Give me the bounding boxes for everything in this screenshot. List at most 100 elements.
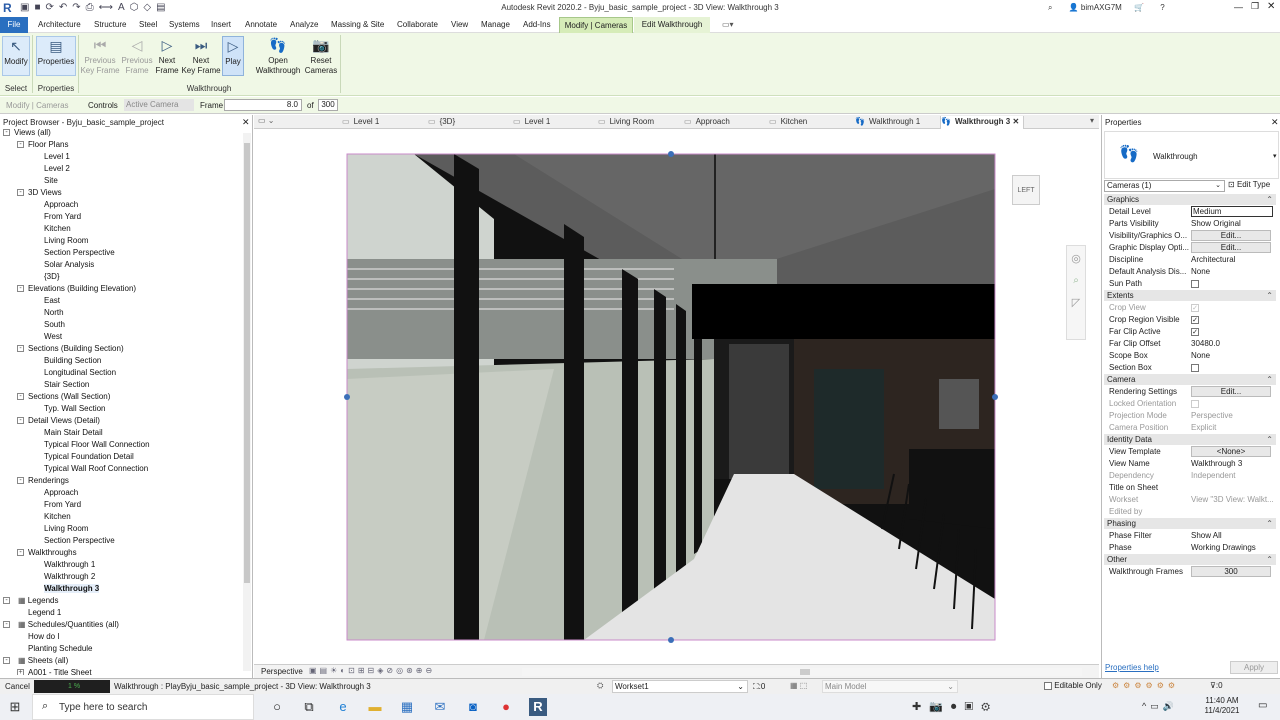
tree-item[interactable]: Planting Schedule bbox=[28, 644, 93, 653]
tree-item[interactable]: South bbox=[44, 320, 65, 329]
property-value[interactable]: None bbox=[1191, 266, 1273, 278]
tab-add-ins[interactable]: Add-Ins bbox=[523, 20, 551, 29]
reset-cameras-button[interactable]: 📷 Reset Cameras bbox=[303, 36, 339, 76]
tree-item[interactable]: Level 1 bbox=[44, 152, 70, 161]
tree-toggle[interactable]: - bbox=[17, 141, 24, 148]
tab-analyze[interactable]: Analyze bbox=[290, 20, 318, 29]
user-area[interactable]: ⌕ 👤 bimAXG7M 🛒 ? bbox=[1048, 3, 1165, 13]
tree-item[interactable]: Sections (Building Section) bbox=[28, 344, 124, 353]
tab-collaborate[interactable]: Collaborate bbox=[397, 20, 438, 29]
property-value[interactable]: Independent bbox=[1191, 470, 1273, 482]
edit-button[interactable]: Edit... bbox=[1191, 386, 1271, 397]
tree-item[interactable]: East bbox=[44, 296, 60, 305]
properties-help-link[interactable]: Properties help bbox=[1105, 663, 1159, 672]
tabs-menu-icon[interactable]: ▭ ⌄ bbox=[258, 116, 274, 125]
tree-item[interactable]: ▦ Sheets (all) bbox=[18, 656, 68, 665]
scrollbar[interactable] bbox=[243, 133, 251, 671]
tree-item[interactable]: From Yard bbox=[44, 500, 81, 509]
property-value[interactable]: <None> bbox=[1191, 446, 1273, 458]
view-tab[interactable]: ▭ Approach bbox=[684, 116, 768, 129]
store-icon[interactable]: ▦ bbox=[398, 698, 416, 716]
design-options-icon[interactable]: ▦ ⬚ bbox=[790, 681, 807, 690]
properties-button[interactable]: ▤ Properties bbox=[36, 36, 76, 76]
tree-item[interactable]: Walkthrough 1 bbox=[44, 560, 95, 569]
walk-icon[interactable]: ◸ bbox=[1067, 296, 1085, 309]
view-tab[interactable]: ▭ Level 1 bbox=[513, 116, 597, 129]
open-walkthrough-button[interactable]: 👣 Open Walkthrough bbox=[254, 36, 302, 76]
view-tab[interactable]: ▭ Living Room bbox=[598, 116, 682, 129]
file-explorer-icon[interactable]: ▬ bbox=[366, 698, 384, 716]
property-group[interactable]: Graphics ⌃ bbox=[1104, 194, 1276, 205]
property-group[interactable]: Camera ⌃ bbox=[1104, 374, 1276, 385]
property-value[interactable]: View "3D View: Walkt... bbox=[1191, 494, 1273, 506]
tree-item[interactable]: Typical Floor Wall Connection bbox=[44, 440, 150, 449]
collapse-icon[interactable]: ⌃ bbox=[1266, 374, 1273, 385]
design-option-select[interactable]: Main Model ⌄ bbox=[822, 680, 958, 693]
view-tab[interactable]: ▭ Level 1 bbox=[342, 116, 426, 129]
mail-icon[interactable]: ✉ bbox=[431, 698, 449, 716]
tab-modify-cameras[interactable]: Modify | Cameras bbox=[559, 17, 633, 33]
tree-item[interactable]: ▦ Schedules/Quantities (all) bbox=[18, 620, 119, 629]
controls-select[interactable]: Active Camera bbox=[124, 99, 194, 111]
tree-item[interactable]: Stair Section bbox=[44, 380, 89, 389]
property-value[interactable]: ✓ bbox=[1191, 314, 1273, 326]
property-value[interactable]: Show All bbox=[1191, 530, 1273, 542]
walkthrough-render[interactable] bbox=[254, 129, 1099, 664]
viewport[interactable]: LEFT ◎ ⌕ ◸ bbox=[254, 129, 1099, 664]
tree-item[interactable]: Walkthrough 2 bbox=[44, 572, 95, 581]
tree-toggle[interactable]: - bbox=[17, 345, 24, 352]
chrome-icon[interactable]: ● bbox=[497, 698, 515, 716]
tree-item[interactable]: Section Perspective bbox=[44, 248, 115, 257]
apply-button[interactable]: Apply bbox=[1230, 661, 1278, 674]
tree-toggle[interactable]: - bbox=[17, 393, 24, 400]
property-value[interactable]: Show Original bbox=[1191, 218, 1273, 230]
search-icon[interactable]: ⌕ bbox=[1048, 3, 1052, 12]
minimize-icon[interactable]: — bbox=[1234, 2, 1243, 12]
property-value[interactable] bbox=[1191, 362, 1273, 374]
next-frame-button[interactable]: ▷ Next Frame bbox=[154, 36, 180, 76]
tab-massing-site[interactable]: Massing & Site bbox=[331, 20, 384, 29]
filter[interactable]: ⊽:0 bbox=[1210, 681, 1223, 690]
tree-item[interactable]: Views (all) bbox=[14, 128, 51, 137]
tree-toggle[interactable]: - bbox=[3, 129, 10, 136]
tree-toggle[interactable]: - bbox=[17, 417, 24, 424]
tree-item[interactable]: Site bbox=[44, 176, 58, 185]
scrollbar-thumb[interactable] bbox=[800, 669, 810, 675]
tab-systems[interactable]: Systems bbox=[169, 20, 200, 29]
checkbox[interactable] bbox=[1191, 363, 1199, 372]
selection-filter-icons[interactable]: ⚙⚙⚙⚙⚙⚙ bbox=[1112, 681, 1179, 690]
maximize-icon[interactable]: ❐ bbox=[1251, 1, 1259, 12]
collapse-icon[interactable]: ⌃ bbox=[1266, 194, 1273, 205]
tree-item[interactable]: Approach bbox=[44, 200, 78, 209]
tree-item[interactable]: West bbox=[44, 332, 62, 341]
checkbox[interactable] bbox=[1191, 279, 1199, 288]
view-tab[interactable]: ▭ {3D} bbox=[428, 116, 512, 129]
tree-toggle[interactable]: - bbox=[17, 477, 24, 484]
next-key-frame-button[interactable]: ⏭ Next Key Frame bbox=[181, 36, 221, 76]
tree-item[interactable]: Floor Plans bbox=[28, 140, 68, 149]
property-value[interactable]: Edit... bbox=[1191, 242, 1273, 254]
property-value[interactable]: 300 bbox=[1191, 566, 1273, 578]
tab-architecture[interactable]: Architecture bbox=[38, 20, 81, 29]
previous-key-frame-button[interactable]: ⏮ Previous Key Frame bbox=[80, 36, 120, 76]
checkbox[interactable]: ✓ bbox=[1191, 303, 1199, 312]
tree-toggle[interactable]: - bbox=[3, 657, 10, 664]
scrollbar-thumb[interactable] bbox=[244, 143, 250, 583]
close-icon[interactable]: ✕ bbox=[242, 117, 250, 128]
tree-toggle[interactable]: - bbox=[3, 621, 10, 628]
tree-item[interactable]: Living Room bbox=[44, 524, 88, 533]
zoom-icon[interactable]: ⌕ bbox=[1067, 275, 1085, 286]
edge-icon[interactable]: e bbox=[334, 698, 352, 716]
close-tab-icon[interactable]: ✕ bbox=[1010, 117, 1019, 126]
tab-steel[interactable]: Steel bbox=[139, 20, 157, 29]
windows-start-icon[interactable]: ⊞ bbox=[6, 698, 24, 716]
type-selector[interactable]: 👣 Walkthrough ▾ bbox=[1104, 131, 1279, 179]
tab-file[interactable]: File bbox=[0, 17, 28, 33]
tab-annotate[interactable]: Annotate bbox=[245, 20, 277, 29]
edit-button[interactable]: <None> bbox=[1191, 446, 1271, 457]
close-icon[interactable]: ✕ bbox=[1271, 117, 1279, 128]
viewcube[interactable]: LEFT bbox=[1012, 175, 1040, 205]
tree-item[interactable]: Renderings bbox=[28, 476, 69, 485]
tree-item[interactable]: Elevations (Building Elevation) bbox=[28, 284, 136, 293]
property-value[interactable]: Explicit bbox=[1191, 422, 1273, 434]
